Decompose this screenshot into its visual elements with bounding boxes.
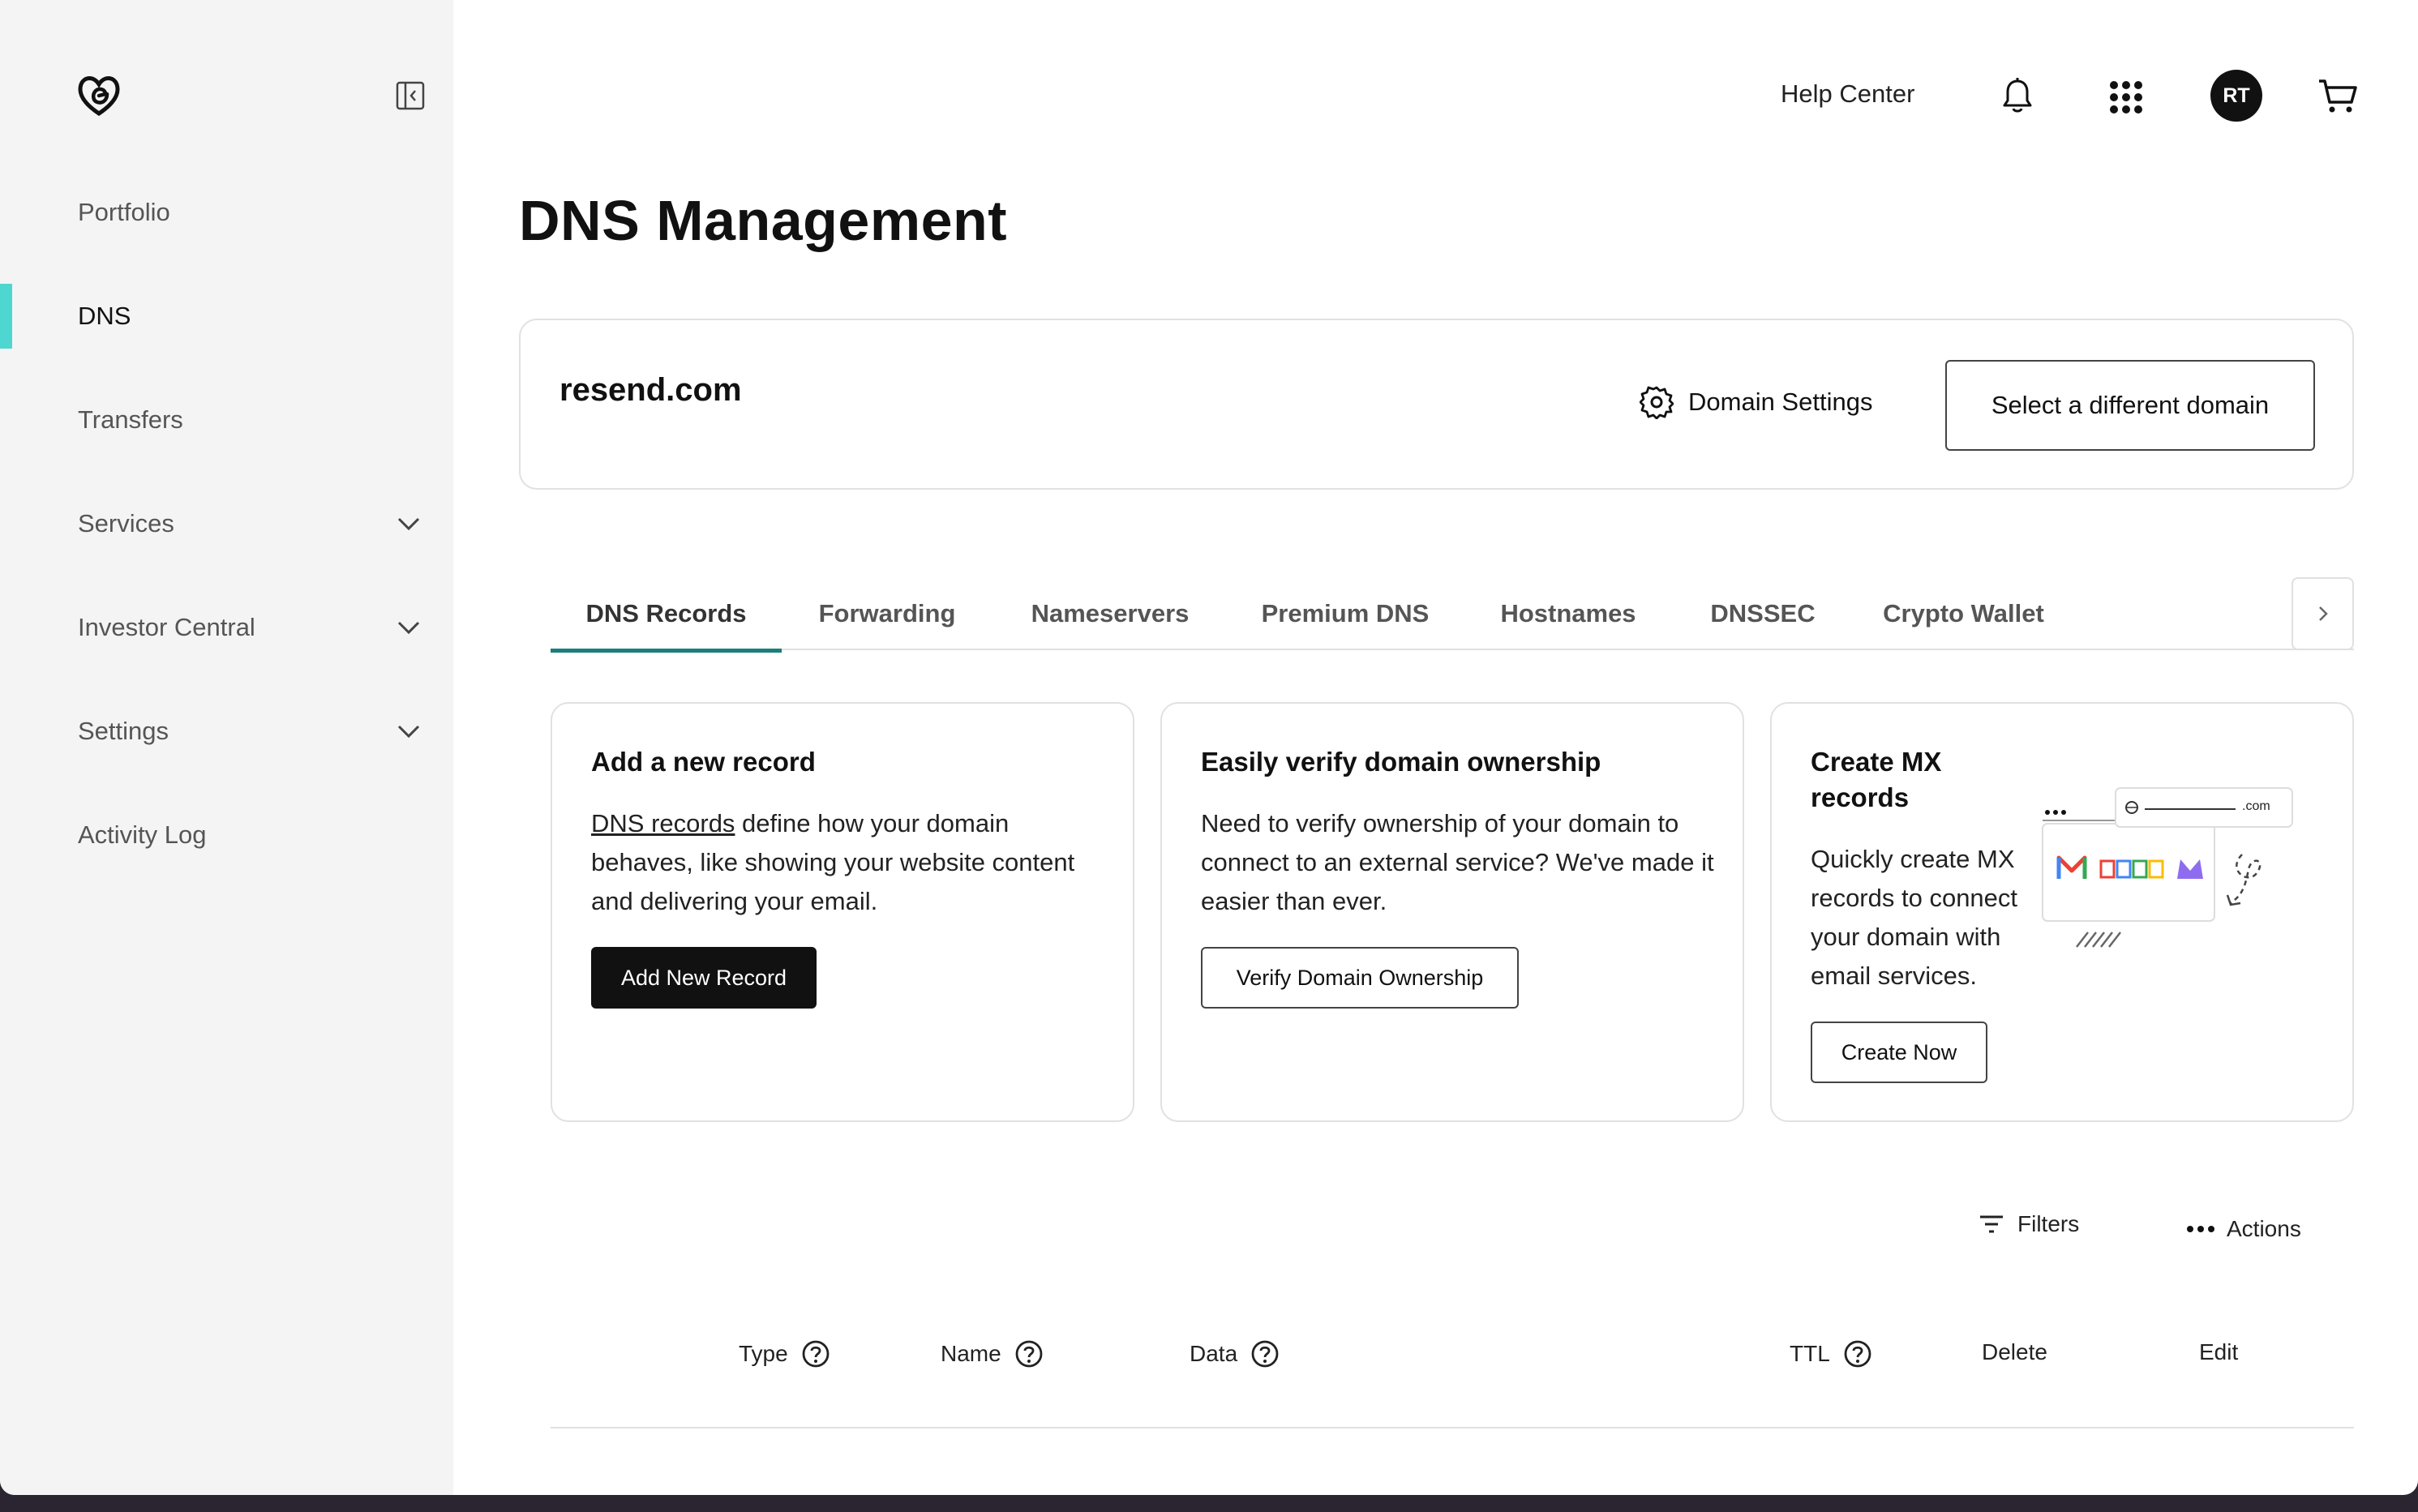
select-domain-button[interactable]: Select a different domain — [1945, 360, 2315, 451]
verify-ownership-card: Easily verify domain ownership Need to v… — [1160, 702, 1744, 1122]
create-now-button[interactable]: Create Now — [1811, 1022, 1987, 1083]
verify-domain-ownership-button[interactable]: Verify Domain Ownership — [1201, 947, 1519, 1009]
sidebar-item-label: Transfers — [78, 405, 183, 434]
gear-icon — [1640, 386, 1674, 419]
tabs-scroll-next-button[interactable] — [2292, 577, 2354, 650]
chevron-down-icon — [397, 517, 420, 531]
sidebar-item-label: Services — [78, 509, 174, 538]
sidebar-item-activity-log[interactable]: Activity Log — [0, 803, 453, 867]
avatar[interactable]: RT — [2210, 70, 2262, 122]
tab-nameservers[interactable]: Nameservers — [992, 577, 1228, 650]
card-description: Need to verify ownership of your domain … — [1201, 809, 1714, 915]
page-title: DNS Management — [519, 189, 1008, 252]
column-header-label: Name — [941, 1341, 1001, 1366]
card-description: DNS records define how your domain behav… — [591, 804, 1110, 921]
add-new-record-button[interactable]: Add New Record — [591, 947, 817, 1009]
filter-icon — [1980, 1215, 2003, 1233]
sidebar-item-label: Investor Central — [78, 613, 255, 641]
cart-icon[interactable] — [2317, 78, 2358, 115]
godaddy-logo-icon[interactable] — [75, 71, 123, 120]
email-services-illustration: .com — [2039, 782, 2331, 952]
card-title: Easily verify domain ownership — [1201, 747, 1601, 777]
actions-button[interactable]: Actions — [2186, 1216, 2301, 1242]
column-header-delete: Delete — [1982, 1339, 2047, 1365]
column-header-ttl[interactable]: TTL — [1790, 1339, 1872, 1369]
sidebar-item-investor-central[interactable]: Investor Central — [0, 595, 453, 660]
domain-name: resend.com — [559, 372, 742, 408]
card-title: Create MX records — [1811, 747, 1942, 812]
help-circle-icon[interactable] — [1250, 1339, 1280, 1369]
column-header-label: Data — [1190, 1341, 1238, 1366]
bell-icon[interactable] — [2000, 76, 2035, 115]
tab-premium-dns[interactable]: Premium DNS — [1228, 577, 1463, 650]
sidebar-item-label: Activity Log — [78, 820, 207, 849]
filters-button[interactable]: Filters — [1979, 1211, 2079, 1237]
actions-label: Actions — [2227, 1216, 2301, 1241]
column-header-label: Delete — [1982, 1339, 2047, 1364]
sidebar-item-label: DNS — [78, 302, 131, 330]
sidebar-item-dns[interactable]: DNS — [0, 284, 453, 349]
column-header-data[interactable]: Data — [1190, 1339, 1280, 1369]
more-dots-icon — [2187, 1226, 2214, 1232]
sidebar-item-label: Settings — [78, 717, 169, 745]
domain-card: resend.com Domain Settings Select a diff… — [519, 319, 2354, 490]
dns-tabs: DNS Records Forwarding Nameservers Premi… — [551, 577, 2354, 653]
column-header-label: Type — [739, 1341, 788, 1366]
column-header-edit: Edit — [2199, 1339, 2238, 1365]
card-description: Quickly create MX records to connect you… — [1811, 845, 2018, 990]
chevron-right-icon — [2318, 606, 2328, 621]
sidebar-item-label: Portfolio — [78, 198, 170, 226]
tab-dnssec[interactable]: DNSSEC — [1674, 577, 1852, 650]
tab-crypto-wallet[interactable]: Crypto Wallet — [1852, 577, 2075, 650]
column-header-label: TTL — [1790, 1341, 1830, 1366]
app-window: Portfolio DNS Transfers Services Investo… — [0, 0, 2418, 1495]
illustration-graphic — [2042, 787, 2293, 948]
domain-settings-button[interactable]: Domain Settings — [1640, 385, 1872, 419]
tab-dns-records[interactable]: DNS Records — [551, 577, 782, 653]
sidebar-item-transfers[interactable]: Transfers — [0, 388, 453, 452]
column-header-name[interactable]: Name — [941, 1339, 1044, 1369]
apps-grid-icon[interactable] — [2108, 79, 2144, 115]
sidebar-item-services[interactable]: Services — [0, 491, 453, 556]
help-circle-icon[interactable] — [801, 1339, 830, 1369]
help-circle-icon[interactable] — [1843, 1339, 1872, 1369]
card-title: Add a new record — [591, 747, 816, 777]
sidebar: Portfolio DNS Transfers Services Investo… — [0, 0, 453, 1495]
chevron-down-icon — [397, 725, 420, 739]
filters-label: Filters — [2017, 1211, 2080, 1236]
sidebar-item-portfolio[interactable]: Portfolio — [0, 180, 453, 245]
add-record-card: Add a new record DNS records define how … — [551, 702, 1134, 1122]
sidebar-item-settings[interactable]: Settings — [0, 699, 453, 764]
illustration-domain-text: .com — [2242, 799, 2270, 813]
help-circle-icon[interactable] — [1014, 1339, 1044, 1369]
create-mx-card: Create MX records Quickly create MX reco… — [1770, 702, 2354, 1122]
column-header-label: Edit — [2199, 1339, 2239, 1364]
domain-settings-label: Domain Settings — [1688, 388, 1873, 416]
tab-hostnames[interactable]: Hostnames — [1463, 577, 1674, 650]
tab-forwarding[interactable]: Forwarding — [782, 577, 992, 650]
column-header-type[interactable]: Type — [739, 1339, 830, 1369]
dns-records-link[interactable]: DNS records — [591, 809, 735, 837]
collapse-sidebar-icon[interactable] — [394, 79, 427, 112]
chevron-down-icon — [397, 621, 420, 635]
help-center-link[interactable]: Help Center — [1781, 79, 1914, 109]
table-header-divider — [551, 1427, 2354, 1428]
